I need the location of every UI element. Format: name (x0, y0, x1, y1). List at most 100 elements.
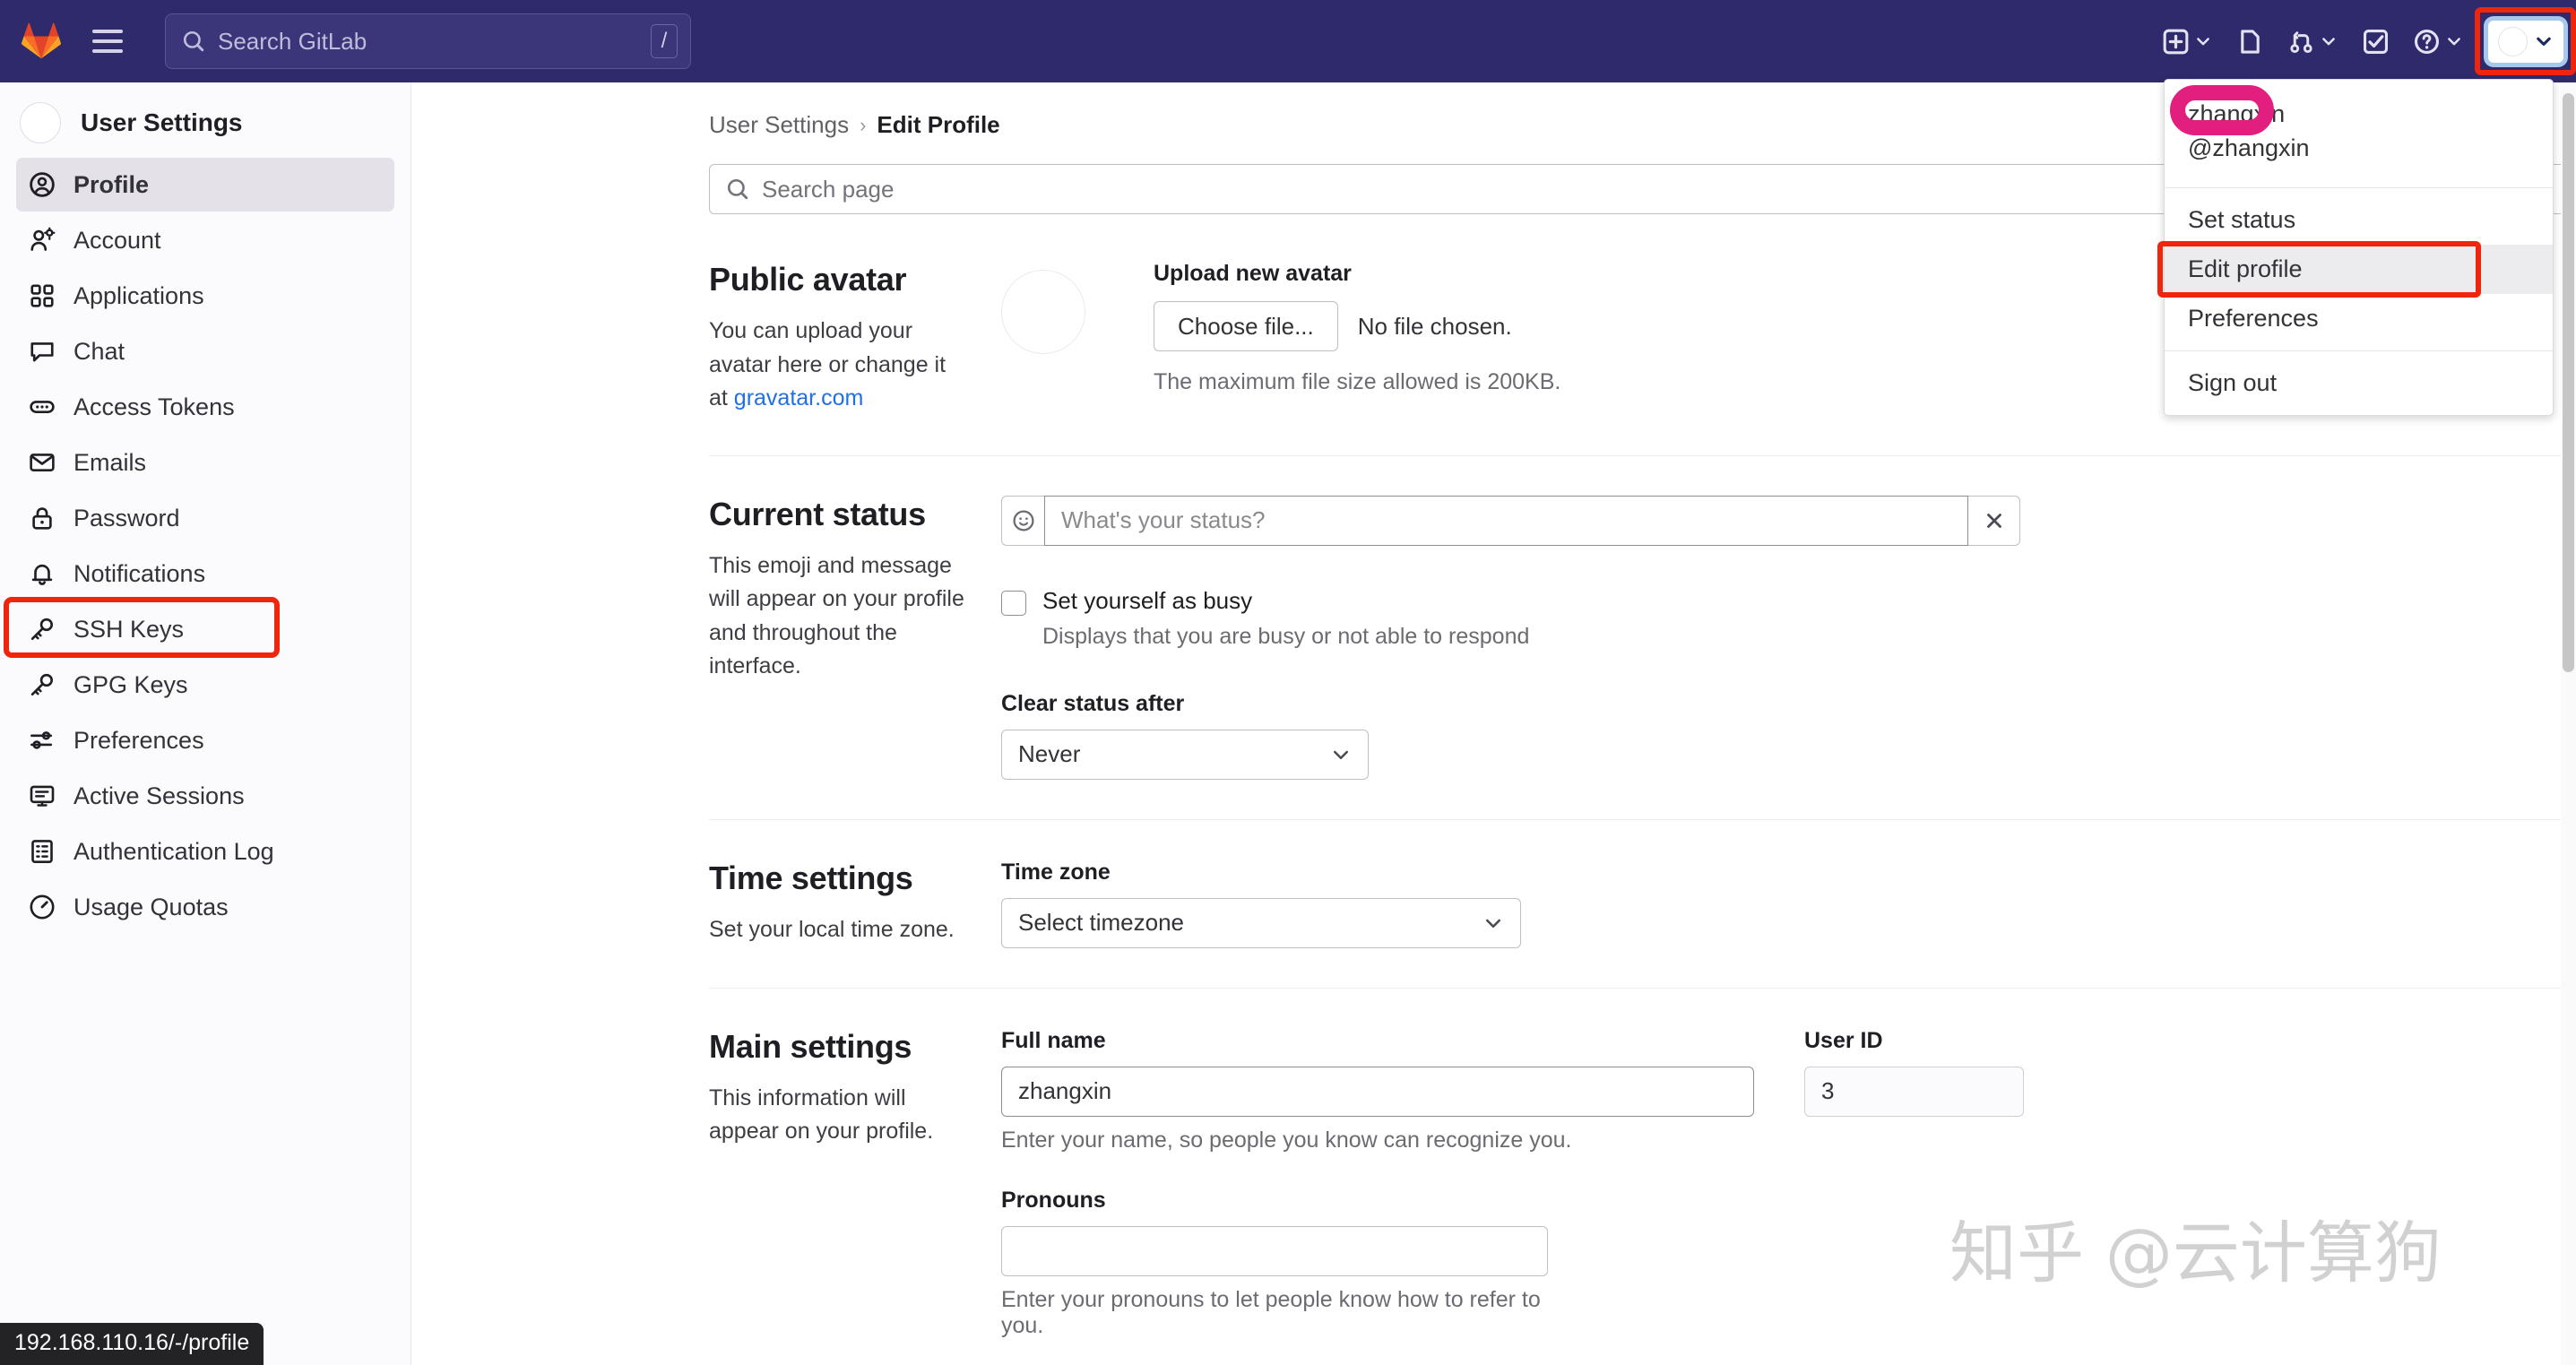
sidebar-item-label: GPG Keys (73, 670, 188, 698)
sidebar-nav-list: Profile Account Applications Chat Access… (0, 158, 411, 934)
user-dropdown-menu: zhangxin @zhangxin Set status Edit profi… (2157, 79, 2554, 417)
choose-file-button[interactable]: Choose file... (1154, 301, 1338, 351)
sidebar-item-active-sessions[interactable]: Active Sessions (16, 769, 394, 823)
sliders-icon (29, 727, 56, 754)
sidebar-item-preferences[interactable]: Preferences (16, 713, 394, 767)
sidebar-item-emails[interactable]: Emails (16, 436, 394, 489)
search-icon (727, 178, 748, 200)
sidebar-item-label: Chat (73, 337, 125, 365)
breadcrumb-separator: › (860, 113, 867, 136)
merge-request-icon (2290, 30, 2312, 53)
sidebar-item-password[interactable]: Password (16, 491, 394, 545)
global-search-placeholder: Search GitLab (218, 27, 367, 55)
full-name-label: Full name (1001, 1027, 1106, 1053)
dropdown-item-label: Edit profile (2188, 255, 2303, 283)
monitor-icon (29, 782, 56, 809)
sidebar-item-label: Notifications (73, 559, 206, 587)
dropdown-item-preferences[interactable]: Preferences (2165, 294, 2553, 343)
max-file-size-help: The maximum file size allowed is 200KB. (1154, 369, 1561, 394)
account-gear-icon (29, 227, 56, 254)
sidebar-item-label: Applications (73, 281, 204, 309)
user-menu-wrapper (2475, 6, 2576, 75)
dropdown-item-edit-profile[interactable]: Edit profile (2157, 241, 2553, 298)
time-zone-value: Select timezone (1018, 909, 1184, 936)
set-busy-checkbox[interactable] (1001, 590, 1026, 616)
section-time-settings: Time settings Set your local time zone. … (709, 818, 2576, 988)
dropdown-item-set-status[interactable]: Set status (2165, 195, 2553, 245)
sidebar-header[interactable]: User Settings (0, 82, 411, 158)
pronouns-input[interactable] (1001, 1225, 1548, 1276)
smiley-face-icon[interactable] (1001, 495, 1044, 546)
upload-avatar-label: Upload new avatar (1154, 261, 1352, 286)
sidebar-item-profile[interactable]: Profile (16, 158, 394, 212)
current-status-right: Set yourself as busy Displays that you a… (1001, 495, 2576, 780)
full-name-input[interactable] (1001, 1066, 1754, 1117)
gravatar-link[interactable]: gravatar.com (734, 385, 864, 410)
envelope-icon (29, 449, 56, 476)
current-status-left: Current status This emoji and message wi… (709, 496, 1001, 780)
sidebar-item-gpg-keys[interactable]: GPG Keys (16, 658, 394, 712)
time-zone-select[interactable]: Select timezone (1001, 897, 1521, 948)
time-settings-title: Time settings (709, 859, 913, 896)
current-status-description: This emoji and message will appear on yo… (709, 552, 964, 679)
issues-button[interactable] (2225, 12, 2276, 71)
key-icon (29, 616, 56, 643)
user-dropdown-username: @zhangxin (2188, 134, 2310, 161)
dropdown-item-sign-out[interactable]: Sign out (2165, 359, 2553, 408)
sidebar-item-applications[interactable]: Applications (16, 269, 394, 323)
user-dropdown-header: zhangxin @zhangxin (2165, 80, 2553, 187)
main-settings-title: Main settings (709, 1027, 912, 1065)
global-search-input[interactable]: Search GitLab / (165, 13, 691, 69)
status-message-input[interactable] (1044, 495, 1968, 546)
dropdown-item-label: Set status (2188, 206, 2296, 234)
help-button[interactable] (2401, 12, 2476, 71)
sidebar-item-ssh-keys[interactable]: SSH Keys (4, 597, 394, 658)
navbar-right-group (2150, 0, 2576, 82)
page-search-placeholder: Search page (762, 175, 895, 203)
sidebar-item-label: Active Sessions (73, 782, 245, 809)
clear-status-after-value: Never (1018, 740, 1081, 767)
time-settings-right: Time zone Select timezone (1001, 860, 2576, 948)
breadcrumb-root[interactable]: User Settings (709, 111, 849, 139)
todos-button[interactable] (2350, 12, 2401, 71)
sidebar-item-authentication-log[interactable]: Authentication Log (16, 825, 394, 878)
busy-labels: Set yourself as busy Displays that you a… (1042, 587, 1529, 650)
sidebar-item-account[interactable]: Account (16, 213, 394, 267)
sidebar-item-access-tokens[interactable]: Access Tokens (16, 380, 394, 434)
public-avatar-description: You can upload your avatar here or chang… (709, 315, 965, 416)
clear-status-after-select[interactable]: Never (1001, 729, 1369, 780)
user-avatar-dropdown-button[interactable] (2488, 20, 2563, 63)
sidebar-item-notifications[interactable]: Notifications (16, 547, 394, 600)
clear-status-button[interactable] (1968, 495, 2020, 546)
name-and-id-row: Full name Enter your name, so people you… (1001, 1028, 2576, 1153)
main-settings-right: Full name Enter your name, so people you… (1001, 1028, 2576, 1365)
hamburger-menu-icon[interactable] (81, 14, 134, 68)
breadcrumb-current: Edit Profile (877, 111, 1000, 138)
dropdown-item-label: Preferences (2188, 305, 2319, 333)
section-main-settings: Main settings This information will appe… (709, 987, 2576, 1365)
chosen-file-name: No file chosen. (1357, 312, 1512, 340)
token-icon (29, 393, 56, 420)
bell-icon (29, 560, 56, 587)
chat-bubble-icon (29, 338, 56, 365)
top-navbar: Search GitLab / (0, 0, 2576, 82)
time-settings-description: Set your local time zone. (709, 916, 955, 942)
public-avatar-title: Public avatar (709, 261, 907, 298)
page-scrollbar-thumb[interactable] (2563, 93, 2574, 672)
create-new-button[interactable] (2150, 12, 2225, 71)
merge-requests-button[interactable] (2276, 12, 2350, 71)
user-id-label: User ID (1804, 1027, 1883, 1053)
page-scrollbar-track[interactable] (2561, 82, 2576, 1365)
sidebar-item-label: Authentication Log (73, 837, 274, 865)
quota-gauge-icon (29, 894, 56, 920)
sidebar-item-label: Emails (73, 448, 147, 476)
section-current-status: Current status This emoji and message wi… (709, 454, 2576, 819)
sidebar-item-chat[interactable]: Chat (16, 324, 394, 378)
profile-user-icon (29, 171, 56, 198)
time-zone-label: Time zone (1001, 859, 1111, 885)
sidebar-item-usage-quotas[interactable]: Usage Quotas (16, 880, 394, 934)
chevron-down-icon (1485, 919, 1501, 928)
clear-status-after-group: Clear status after Never (1001, 691, 2576, 780)
gitlab-tanuki-logo[interactable] (14, 15, 68, 67)
chevron-down-icon (2537, 37, 2551, 47)
